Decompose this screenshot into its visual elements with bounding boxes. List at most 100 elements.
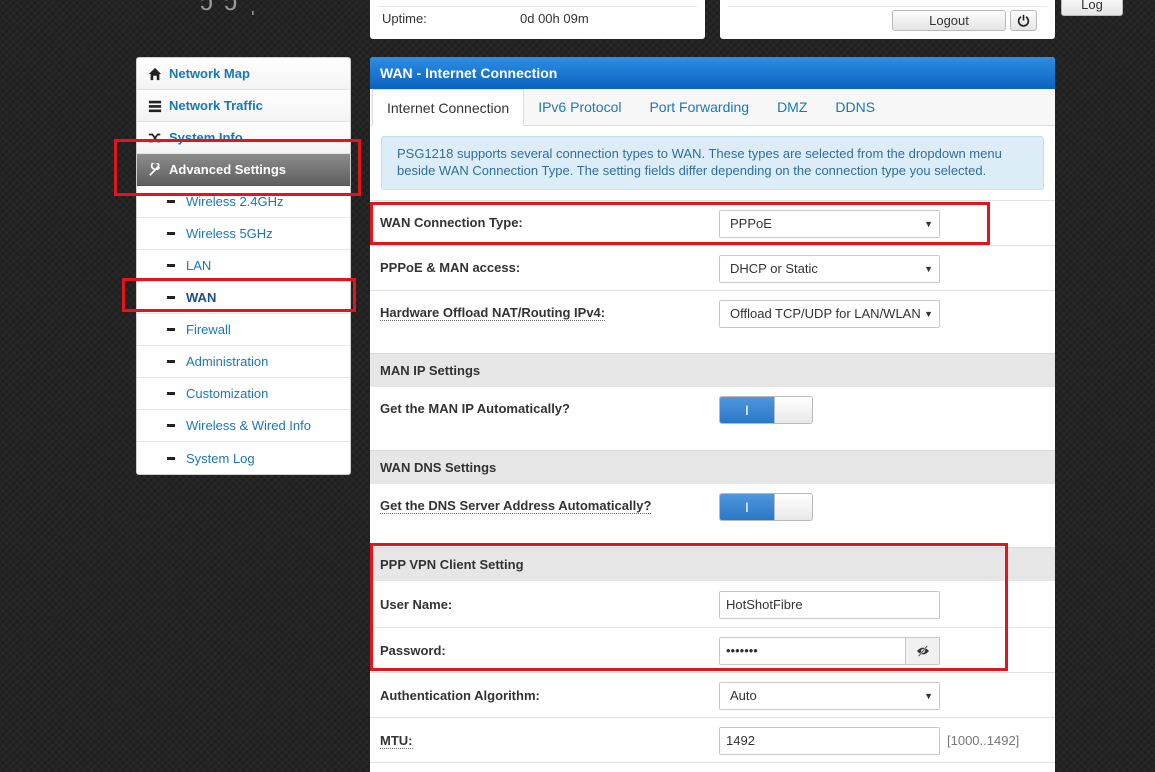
dropdown-arrow-icon: ▼ bbox=[924, 219, 933, 229]
dash-icon bbox=[167, 456, 175, 460]
hw-offload-select[interactable]: Offload TCP/UDP for LAN/WLAN ▼ bbox=[719, 300, 940, 328]
status-panel: Uptime: 0d 00h 09m bbox=[370, 0, 705, 39]
show-password-button[interactable] bbox=[905, 637, 940, 665]
sidebar-item-network-map[interactable]: Network Map bbox=[137, 58, 350, 90]
row-mtu: MTU: 1492 [1000..1492] bbox=[370, 717, 1055, 762]
dropdown-arrow-icon: ▼ bbox=[924, 691, 933, 701]
dropdown-arrow-icon: ▼ bbox=[924, 264, 933, 274]
row-authentication: Authentication Algorithm: Auto ▼ bbox=[370, 672, 1055, 717]
sidebar: Network Map Network Traffic System Info … bbox=[136, 57, 351, 475]
dash-icon bbox=[167, 200, 175, 203]
row-password: Password: ••••••• bbox=[370, 627, 1055, 672]
row-dns-auto: Get the DNS Server Address Automatically… bbox=[370, 484, 1055, 547]
tab-dmz[interactable]: DMZ bbox=[763, 89, 821, 125]
wan-type-label: WAN Connection Type: bbox=[380, 215, 523, 230]
sidebar-subitem-firewall[interactable]: Firewall bbox=[137, 314, 350, 346]
section-title: WAN DNS Settings bbox=[380, 460, 497, 475]
sidebar-item-network-traffic[interactable]: Network Traffic bbox=[137, 90, 350, 122]
sidebar-subitem-lan[interactable]: LAN bbox=[137, 250, 350, 282]
sidebar-item-label: System Info bbox=[169, 130, 243, 145]
man-access-value: DHCP or Static bbox=[730, 261, 818, 276]
actions-panel: Logout bbox=[720, 0, 1055, 39]
dash-icon bbox=[167, 296, 175, 299]
shuffle-icon bbox=[147, 130, 163, 146]
row-next bbox=[370, 762, 1055, 772]
username-input[interactable]: HotShotFibre bbox=[719, 591, 940, 619]
sidebar-item-label: Advanced Settings bbox=[169, 162, 287, 177]
toggle-on-indicator: I bbox=[720, 494, 774, 520]
row-pppoe-man-access: PPPoE & MAN access: DHCP or Static ▼ bbox=[370, 245, 1055, 290]
dns-auto-toggle[interactable]: I bbox=[719, 493, 813, 521]
dropdown-arrow-icon: ▼ bbox=[921, 301, 933, 327]
dash-icon bbox=[167, 232, 175, 235]
divider bbox=[378, 6, 697, 7]
man-ip-auto-label: Get the MAN IP Automatically? bbox=[380, 401, 570, 416]
tab-port-forwarding[interactable]: Port Forwarding bbox=[635, 89, 763, 125]
hw-offload-value: Offload TCP/UDP for LAN/WLAN bbox=[730, 306, 921, 321]
wan-type-value: PPPoE bbox=[730, 216, 772, 231]
toggle-knob bbox=[774, 494, 812, 520]
sidebar-subitem-label: Wireless 5GHz bbox=[186, 226, 273, 241]
row-wan-connection-type: WAN Connection Type: PPPoE ▼ bbox=[370, 200, 1055, 245]
sidebar-subitem-label: System Log bbox=[186, 450, 255, 466]
wrench-icon bbox=[147, 162, 163, 178]
power-icon bbox=[1017, 14, 1030, 27]
log-button[interactable]: Log bbox=[1061, 0, 1123, 16]
sidebar-subitem-label: LAN bbox=[186, 258, 212, 273]
password-label: Password: bbox=[380, 643, 446, 658]
tab-ipv6-protocol[interactable]: IPv6 Protocol bbox=[524, 89, 635, 125]
hw-offload-label: Hardware Offload NAT/Routing IPv4: bbox=[380, 305, 606, 321]
sidebar-item-advanced-settings[interactable]: Advanced Settings bbox=[137, 154, 350, 186]
dash-icon bbox=[167, 264, 175, 267]
auth-value: Auto bbox=[730, 688, 757, 703]
mtu-range-hint: [1000..1492] bbox=[947, 733, 1020, 748]
row-hardware-offload: Hardware Offload NAT/Routing IPv4: Offlo… bbox=[370, 290, 1055, 353]
logout-button[interactable]: Logout bbox=[892, 10, 1006, 31]
wan-type-select[interactable]: PPPoE ▼ bbox=[719, 210, 940, 238]
sidebar-subitem-wireless-5g[interactable]: Wireless 5GHz bbox=[137, 218, 350, 250]
sidebar-subitem-system-log[interactable]: System Log bbox=[137, 442, 350, 474]
section-title: PPP VPN Client Setting bbox=[380, 557, 524, 572]
section-title: MAN IP Settings bbox=[380, 363, 481, 378]
mtu-input[interactable]: 1492 bbox=[719, 727, 940, 755]
row-man-ip-auto: Get the MAN IP Automatically? I bbox=[370, 387, 1055, 450]
username-label: User Name: bbox=[380, 597, 453, 612]
section-ppp-vpn-client: PPP VPN Client Setting bbox=[370, 547, 1055, 581]
sidebar-subitem-administration[interactable]: Administration bbox=[137, 346, 350, 378]
section-man-ip-settings: MAN IP Settings bbox=[370, 353, 1055, 387]
auth-select[interactable]: Auto ▼ bbox=[719, 682, 940, 710]
password-input[interactable]: ••••••• bbox=[719, 637, 906, 665]
sidebar-subitem-label: WAN bbox=[186, 290, 217, 305]
uptime-value: 0d 00h 09m bbox=[520, 11, 589, 26]
sidebar-subitem-label: Wireless 2.4GHz bbox=[186, 194, 284, 209]
row-username: User Name: HotShotFibre bbox=[370, 581, 1055, 627]
dash-icon bbox=[167, 424, 175, 427]
divider bbox=[728, 6, 1047, 7]
dns-auto-label: Get the DNS Server Address Automatically… bbox=[380, 498, 652, 514]
sidebar-subitem-wan[interactable]: WAN bbox=[137, 282, 350, 314]
section-wan-dns-settings: WAN DNS Settings bbox=[370, 450, 1055, 484]
dash-icon bbox=[167, 360, 175, 363]
toggle-on-indicator: I bbox=[720, 397, 774, 423]
dash-icon bbox=[167, 392, 175, 395]
mtu-label: MTU: bbox=[380, 733, 413, 749]
list-icon bbox=[147, 98, 163, 114]
home-icon bbox=[147, 66, 163, 82]
sidebar-item-system-info[interactable]: System Info bbox=[137, 122, 350, 154]
auth-label: Authentication Algorithm: bbox=[380, 688, 540, 703]
man-access-select[interactable]: DHCP or Static ▼ bbox=[719, 255, 940, 283]
tab-bar: Internet Connection IPv6 Protocol Port F… bbox=[370, 89, 1055, 126]
man-access-label: PPPoE & MAN access: bbox=[380, 260, 521, 275]
tab-internet-connection[interactable]: Internet Connection bbox=[372, 89, 525, 126]
brand-logo-fragment: ɔ ɔ ˌ bbox=[200, 0, 260, 16]
info-message: PSG1218 supports several connection type… bbox=[381, 136, 1044, 190]
uptime-label: Uptime: bbox=[382, 11, 427, 26]
tab-ddns[interactable]: DDNS bbox=[821, 89, 889, 125]
sidebar-subitem-customization[interactable]: Customization bbox=[137, 378, 350, 410]
sidebar-item-label: Network Map bbox=[169, 66, 250, 81]
man-ip-auto-toggle[interactable]: I bbox=[719, 396, 813, 424]
reboot-button[interactable] bbox=[1010, 10, 1037, 31]
toggle-knob bbox=[774, 397, 812, 423]
sidebar-subitem-wireless-wired-info[interactable]: Wireless & Wired Info bbox=[137, 410, 350, 442]
sidebar-subitem-wireless-2g[interactable]: Wireless 2.4GHz bbox=[137, 186, 350, 218]
